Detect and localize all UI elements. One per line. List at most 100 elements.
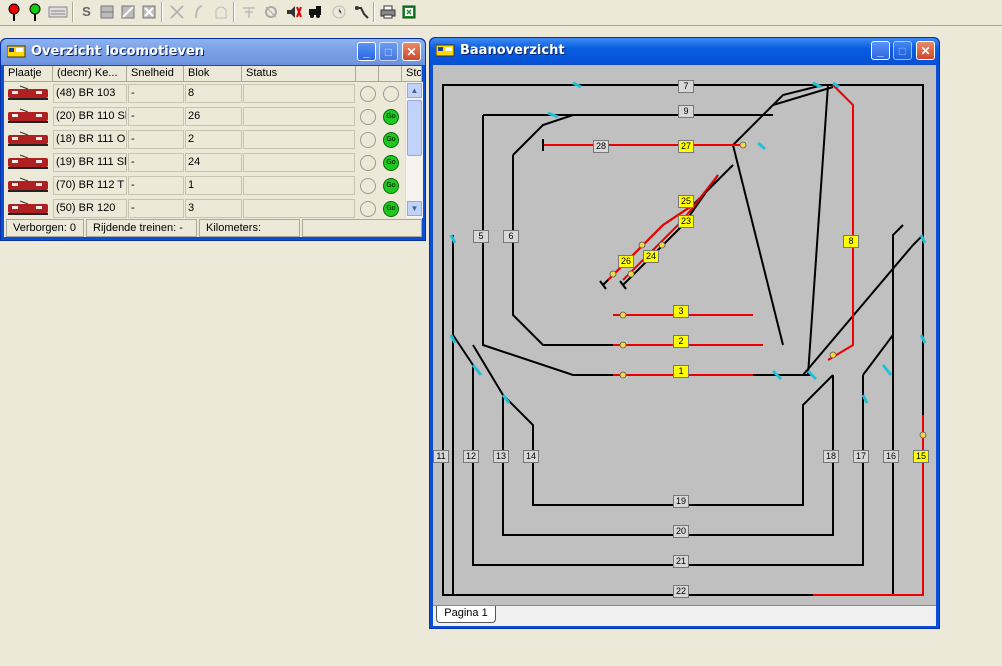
no-switch-icon[interactable] xyxy=(166,1,187,22)
block-15[interactable]: 15 xyxy=(913,450,930,463)
minimize-button[interactable]: _ xyxy=(357,42,376,61)
ghost-icon[interactable] xyxy=(210,1,231,22)
block-11[interactable]: 11 xyxy=(433,450,449,463)
block-17[interactable]: 17 xyxy=(853,450,870,463)
block-20[interactable]: 20 xyxy=(673,525,690,538)
block-13[interactable]: 13 xyxy=(493,450,510,463)
loco-row[interactable]: (48) BR 103-8 xyxy=(4,82,404,105)
signal-indicator[interactable] xyxy=(360,132,376,148)
signal-red-icon[interactable] xyxy=(3,1,24,22)
loco-status xyxy=(243,176,355,195)
col-header-signal2[interactable] xyxy=(379,66,402,82)
col-header-block[interactable]: Blok xyxy=(184,66,242,82)
train-icon[interactable] xyxy=(305,1,326,22)
no-signal-icon[interactable] xyxy=(188,1,209,22)
go-button[interactable]: Go xyxy=(383,155,399,171)
go-button[interactable]: Go xyxy=(383,132,399,148)
loco-name: (18) BR 111 O xyxy=(53,130,127,149)
keyboard-icon[interactable] xyxy=(46,1,70,22)
loco-name: (48) BR 103 xyxy=(53,84,127,103)
loco-row[interactable]: (70) BR 112 T -1 Go xyxy=(4,174,404,197)
go-indicator[interactable] xyxy=(383,86,399,102)
block-6[interactable]: 6 xyxy=(503,230,519,243)
close-button[interactable]: ✕ xyxy=(916,41,935,60)
turnout-icon[interactable] xyxy=(117,1,138,22)
close-button[interactable]: ✕ xyxy=(402,42,421,61)
block-22[interactable]: 22 xyxy=(673,585,690,598)
loco-picture-icon xyxy=(6,200,50,217)
track-window-titlebar[interactable]: Baanoverzicht _ □ ✕ xyxy=(430,38,939,64)
loco-picture-icon xyxy=(6,177,50,194)
loco-row[interactable]: (50) BR 120-3 Go xyxy=(4,197,404,220)
loco-block: 2 xyxy=(185,130,242,149)
minimize-button[interactable]: _ xyxy=(871,41,890,60)
loco-name: (20) BR 110 Sl xyxy=(53,107,127,126)
loco-picture-icon xyxy=(6,108,50,125)
block-7[interactable]: 7 xyxy=(678,80,694,93)
loco-picture-icon xyxy=(6,131,50,148)
loco-picture-icon xyxy=(6,85,50,102)
gear-off-icon[interactable] xyxy=(260,1,281,22)
loco-row[interactable]: (20) BR 110 Sl -26 Go xyxy=(4,105,404,128)
loco-speed: - xyxy=(128,199,184,218)
block-5[interactable]: 5 xyxy=(473,230,489,243)
col-header-status[interactable]: Status xyxy=(242,66,356,82)
loco-window-titlebar[interactable]: Overzicht locomotieven _ □ ✕ xyxy=(1,39,425,65)
export-icon[interactable] xyxy=(398,1,419,22)
status-driving: Rijdende treinen: - xyxy=(86,219,197,237)
block-19[interactable]: 19 xyxy=(673,495,690,508)
block-28[interactable]: 28 xyxy=(593,140,610,153)
loco-block: 24 xyxy=(185,153,242,172)
sound-icon[interactable] xyxy=(283,1,304,22)
scroll-down-icon[interactable]: ▼ xyxy=(407,201,422,216)
signal-indicator[interactable] xyxy=(360,201,376,217)
block-18[interactable]: 18 xyxy=(823,450,840,463)
cross-icon[interactable] xyxy=(138,1,159,22)
block-24[interactable]: 24 xyxy=(643,250,660,263)
block-26[interactable]: 26 xyxy=(618,255,635,268)
loco-name: (19) BR 111 Sl xyxy=(53,153,127,172)
loco-list-scrollbar[interactable]: ▲ ▼ xyxy=(405,82,423,218)
status-km: Kilometers: xyxy=(199,219,300,237)
s-icon[interactable]: S xyxy=(76,1,97,22)
block-27[interactable]: 27 xyxy=(678,140,695,153)
signal-indicator[interactable] xyxy=(360,155,376,171)
signal-green-icon[interactable] xyxy=(24,1,45,22)
maximize-button[interactable]: □ xyxy=(893,41,912,60)
signal-indicator[interactable] xyxy=(360,109,376,125)
loco-row[interactable]: (19) BR 111 Sl -24 Go xyxy=(4,151,404,174)
block-8[interactable]: 8 xyxy=(843,235,859,248)
block-12[interactable]: 12 xyxy=(463,450,480,463)
go-button[interactable]: Go xyxy=(383,178,399,194)
block-23[interactable]: 23 xyxy=(678,215,695,228)
loco-overview-window: Overzicht locomotieven _ □ ✕ Plaatje (de… xyxy=(0,38,426,241)
col-header-speed[interactable]: Snelheid xyxy=(127,66,184,82)
panel-icon[interactable] xyxy=(96,1,117,22)
block-16[interactable]: 16 xyxy=(883,450,900,463)
block-3[interactable]: 3 xyxy=(673,305,689,318)
tab-page-1[interactable]: Pagina 1 xyxy=(436,606,496,623)
clock-icon[interactable] xyxy=(328,1,349,22)
scroll-up-icon[interactable]: ▲ xyxy=(407,83,422,98)
loco-list-area: Plaatje (decnr) Ke... Snelheid Blok Stat… xyxy=(4,66,423,237)
block-25[interactable]: 25 xyxy=(678,195,695,208)
scroll-thumb[interactable] xyxy=(407,100,422,156)
magic-icon[interactable] xyxy=(350,1,371,22)
maximize-button[interactable]: □ xyxy=(379,42,398,61)
go-button[interactable]: Go xyxy=(383,109,399,125)
go-button[interactable]: Go xyxy=(383,201,399,217)
block-14[interactable]: 14 xyxy=(523,450,540,463)
col-header-signal1[interactable] xyxy=(356,66,379,82)
col-header-picture[interactable]: Plaatje xyxy=(4,66,53,82)
signal-indicator[interactable] xyxy=(360,86,376,102)
print-icon[interactable] xyxy=(377,1,398,22)
col-header-stop[interactable]: Sto xyxy=(402,66,422,82)
block-2[interactable]: 2 xyxy=(673,335,689,348)
block-21[interactable]: 21 xyxy=(673,555,690,568)
loco-row[interactable]: (18) BR 111 O -2 Go xyxy=(4,128,404,151)
signal-indicator[interactable] xyxy=(360,178,376,194)
route-icon[interactable] xyxy=(238,1,259,22)
block-9[interactable]: 9 xyxy=(678,105,694,118)
block-1[interactable]: 1 xyxy=(673,365,689,378)
col-header-name[interactable]: (decnr) Ke... xyxy=(53,66,127,82)
